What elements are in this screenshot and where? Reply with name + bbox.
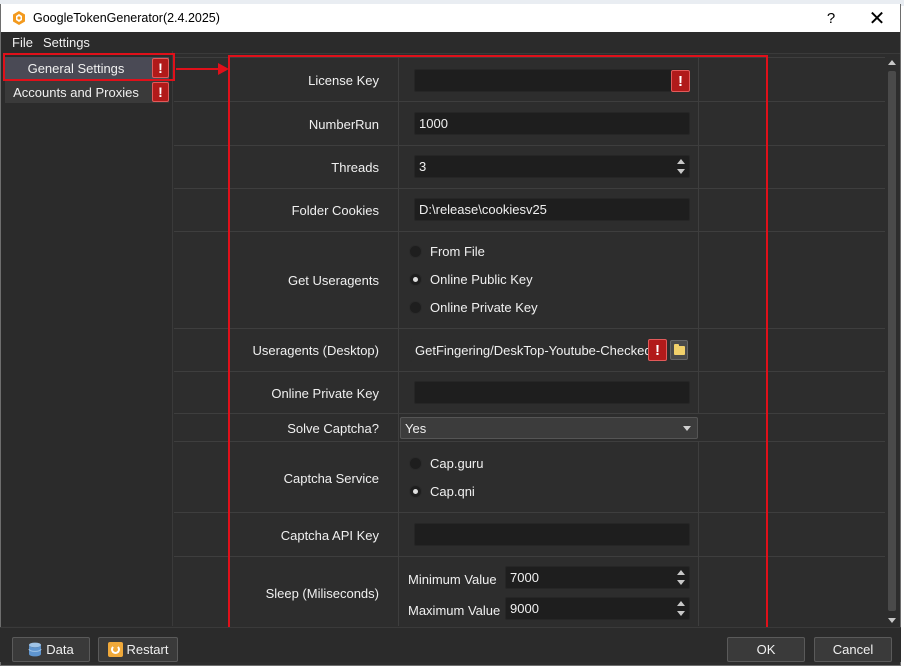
window-title: GoogleTokenGenerator(2.4.2025) bbox=[33, 11, 220, 25]
settings-nav: General Settings ! Accounts and Proxies … bbox=[1, 51, 173, 626]
menu-settings[interactable]: Settings bbox=[40, 35, 97, 50]
data-button[interactable]: Data bbox=[12, 637, 90, 662]
warning-icon: ! bbox=[152, 82, 169, 102]
restart-button[interactable]: Restart bbox=[98, 637, 178, 662]
database-icon bbox=[28, 642, 42, 657]
vertical-scrollbar[interactable] bbox=[885, 57, 899, 626]
close-button[interactable]: ✕ bbox=[854, 4, 900, 32]
scroll-down-icon[interactable] bbox=[888, 618, 896, 623]
app-icon bbox=[13, 11, 25, 25]
help-button[interactable]: ? bbox=[808, 4, 854, 32]
menu-file[interactable]: File bbox=[1, 35, 40, 50]
ok-button[interactable]: OK bbox=[727, 637, 805, 662]
scroll-up-icon[interactable] bbox=[888, 60, 896, 65]
annotation-highlight-nav bbox=[3, 53, 175, 81]
scrollbar-thumb[interactable] bbox=[888, 71, 896, 611]
nav-item-accounts-and-proxies[interactable]: Accounts and Proxies ! bbox=[5, 81, 169, 103]
nav-item-label: Accounts and Proxies bbox=[13, 84, 139, 100]
restart-button-label: Restart bbox=[126, 642, 169, 657]
annotation-highlight-content bbox=[228, 55, 768, 632]
cancel-button[interactable]: Cancel bbox=[814, 637, 892, 662]
restart-icon bbox=[107, 642, 123, 657]
annotation-arrow bbox=[176, 68, 222, 70]
title-bar: GoogleTokenGenerator(2.4.2025) ? ✕ bbox=[1, 4, 900, 32]
footer-bar: Data Restart OK Cancel bbox=[0, 627, 901, 662]
data-button-label: Data bbox=[46, 642, 74, 657]
